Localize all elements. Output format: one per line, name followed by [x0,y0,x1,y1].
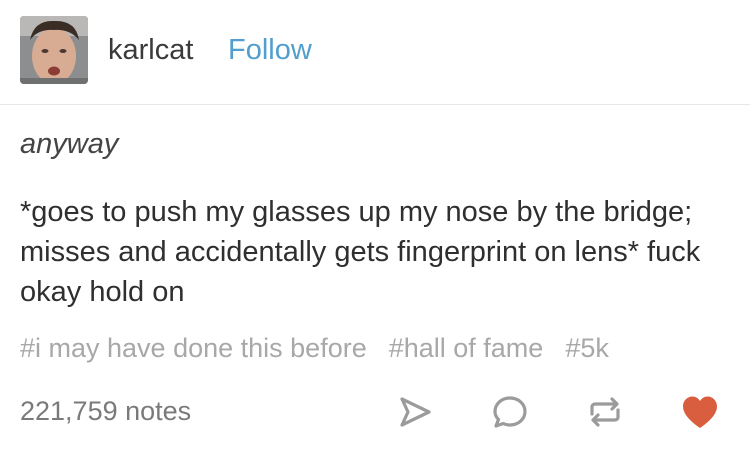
tag-link[interactable]: #hall of fame [389,333,544,363]
avatar-image [20,16,88,84]
post-header: karlcat Follow [0,0,750,105]
like-button[interactable] [678,390,722,434]
tag-link[interactable]: #i may have done this before [20,333,367,363]
reblog-button[interactable] [583,390,627,434]
username-link[interactable]: karlcat [108,34,193,67]
notes-count[interactable]: 221,759 notes [20,396,191,427]
share-button[interactable] [393,390,437,434]
post-title: anyway [20,128,119,160]
tag-link[interactable]: #5k [565,333,609,363]
reblog-icon [590,397,620,427]
post-body: *goes to push my glasses up my nose by t… [20,196,701,308]
tag-list: #i may have done this before #hall of fam… [20,333,750,369]
reply-button[interactable] [488,390,532,434]
heart-icon [683,396,717,428]
share-icon [400,397,431,427]
follow-button[interactable]: Follow [228,34,312,67]
avatar[interactable] [20,16,88,84]
tag-overflow-fade [700,333,750,369]
reply-icon [493,396,527,428]
